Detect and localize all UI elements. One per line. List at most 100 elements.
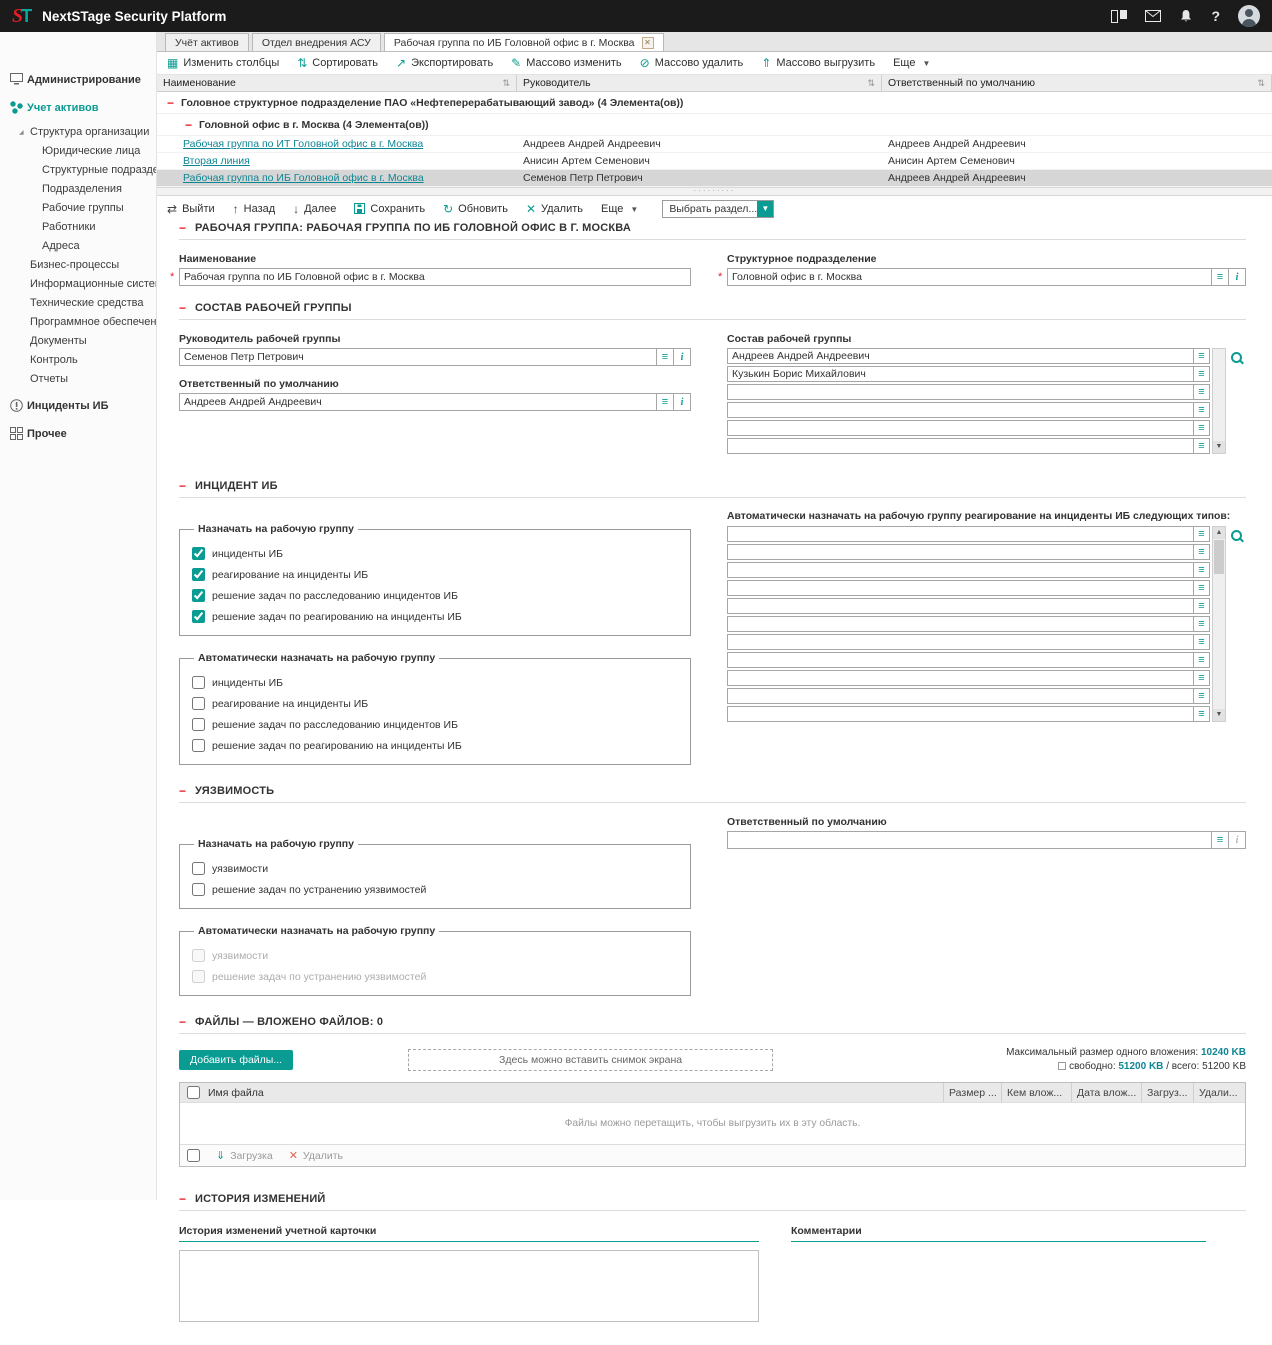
responsible-input[interactable] <box>179 393 657 411</box>
column-header-responsible[interactable]: Ответственный по умолчанию⇅ <box>882 75 1272 91</box>
type-row[interactable]: ≡ <box>727 706 1210 722</box>
expander-icon[interactable]: ◢ <box>19 129 24 136</box>
checkbox[interactable] <box>192 970 205 983</box>
menu-icon[interactable]: ≡ <box>1194 688 1210 704</box>
group-row-moscow-office[interactable]: −Головной офис в г. Москва (4 Элемента(о… <box>157 114 1272 136</box>
scrollbar[interactable]: ▲ ▼ <box>1212 526 1226 722</box>
sidebar-item-other[interactable]: Прочее <box>0 423 156 444</box>
help-icon[interactable]: ? <box>1211 8 1220 24</box>
table-row[interactable]: Рабочая группа по ИТ Головной офис в г. … <box>157 136 1272 153</box>
sidebar-item-reports[interactable]: Отчеты <box>0 369 156 388</box>
menu-icon[interactable]: ≡ <box>1194 384 1210 400</box>
export-button[interactable]: ↗Экспортировать <box>396 57 493 69</box>
type-row[interactable]: ≡ <box>727 670 1210 686</box>
menu-icon[interactable]: ≡ <box>1194 402 1210 418</box>
delete-files-button[interactable]: ✕Удалить <box>289 1149 343 1162</box>
collapse-icon[interactable]: − <box>179 1193 186 1205</box>
menu-icon[interactable]: ≡ <box>1194 670 1210 686</box>
sidebar-item-software[interactable]: Программное обеспечение <box>0 312 156 331</box>
sidebar-item-assets[interactable]: Учет активов <box>0 97 156 118</box>
column-delete[interactable]: Удали... <box>1193 1083 1245 1102</box>
tab-close-icon[interactable]: ✕ <box>642 37 654 49</box>
type-row[interactable]: ≡ <box>727 544 1210 560</box>
footer-checkbox[interactable] <box>187 1149 200 1162</box>
mass-delete-button[interactable]: ⊘Массово удалить <box>640 57 744 69</box>
member-row[interactable]: ≡ <box>727 348 1210 364</box>
member-row[interactable]: ≡ <box>727 366 1210 382</box>
scroll-down-icon[interactable]: ▼ <box>1213 709 1225 721</box>
checkbox-response[interactable]: реагирование на инциденты ИБ <box>192 568 678 581</box>
member-row[interactable]: ≡ <box>727 384 1210 400</box>
member-input[interactable] <box>727 438 1194 454</box>
type-input[interactable] <box>727 580 1194 596</box>
download-files-button[interactable]: ⇓Загрузка <box>216 1149 273 1162</box>
workgroup-link[interactable]: Вторая линия <box>183 155 250 167</box>
member-row[interactable]: ≡ <box>727 438 1210 454</box>
checkbox-auto-vulnerabilities[interactable]: уязвимости <box>192 949 678 962</box>
type-input[interactable] <box>727 652 1194 668</box>
scrollbar-thumb[interactable] <box>1214 540 1224 574</box>
member-row[interactable]: ≡ <box>727 420 1210 436</box>
column-upload-date[interactable]: Дата влож... <box>1071 1083 1141 1102</box>
menu-icon[interactable]: ≡ <box>657 348 674 366</box>
card-history-textarea[interactable] <box>179 1250 759 1322</box>
sidebar-item-technical-means[interactable]: Технические средства <box>0 293 156 312</box>
sidebar-item-business-processes[interactable]: Бизнес-процессы <box>0 255 156 274</box>
menu-icon[interactable]: ≡ <box>1194 366 1210 382</box>
checkbox[interactable] <box>192 697 205 710</box>
type-input[interactable] <box>727 544 1194 560</box>
menu-icon[interactable]: ≡ <box>1212 268 1229 286</box>
sidebar-item-incidents[interactable]: Инциденты ИБ <box>0 395 156 416</box>
column-file-name[interactable]: Имя файла <box>206 1087 943 1099</box>
table-row[interactable]: Вторая линия Анисин Артем Семенович Анис… <box>157 153 1272 170</box>
collapse-icon[interactable]: − <box>179 480 186 492</box>
sort-button[interactable]: ⇅Сортировать <box>297 57 378 69</box>
sidebar-item-legal-entities[interactable]: Юридические лица <box>0 141 156 160</box>
manager-input[interactable] <box>179 348 657 366</box>
sidebar-item-administration[interactable]: Администрирование <box>0 69 156 90</box>
menu-icon[interactable]: ≡ <box>1194 580 1210 596</box>
menu-icon[interactable]: ≡ <box>1194 616 1210 632</box>
delete-button[interactable]: ✕Удалить <box>526 203 583 215</box>
more-button[interactable]: Еще▼ <box>893 57 930 69</box>
workgroup-link[interactable]: Рабочая группа по ИБ Головной офис в г. … <box>183 172 424 184</box>
collapse-icon[interactable]: − <box>185 119 192 131</box>
type-row[interactable]: ≡ <box>727 652 1210 668</box>
column-uploaded-by[interactable]: Кем влож... <box>1001 1083 1071 1102</box>
menu-icon[interactable]: ≡ <box>657 393 674 411</box>
menu-icon[interactable]: ≡ <box>1194 420 1210 436</box>
sidebar-item-structural-units[interactable]: Структурные подразделения <box>0 160 156 179</box>
checkbox[interactable] <box>192 610 205 623</box>
mass-upload-button[interactable]: ⇑Массово выгрузить <box>761 57 875 69</box>
member-input[interactable] <box>727 366 1194 382</box>
scrollbar[interactable]: ▼ <box>1212 348 1226 454</box>
type-row[interactable]: ≡ <box>727 616 1210 632</box>
type-input[interactable] <box>727 688 1194 704</box>
menu-icon[interactable]: ≡ <box>1194 598 1210 614</box>
type-input[interactable] <box>727 526 1194 542</box>
menu-icon[interactable]: ≡ <box>1194 544 1210 560</box>
search-members-button[interactable] <box>1226 348 1246 454</box>
section-select[interactable]: Выбрать раздел... ▼ <box>662 200 774 218</box>
menu-icon[interactable]: ≡ <box>1194 562 1210 578</box>
checkbox-vuln-fix-tasks[interactable]: решение задач по устранению уязвимостей <box>192 883 678 896</box>
sort-toggle-icon[interactable]: ⇅ <box>1257 78 1265 89</box>
collapse-icon[interactable]: − <box>167 97 174 109</box>
checkbox[interactable] <box>192 589 205 602</box>
member-row[interactable]: ≡ <box>727 402 1210 418</box>
member-input[interactable] <box>727 348 1194 364</box>
tab-assets[interactable]: Учёт активов <box>165 33 249 51</box>
back-button[interactable]: ↑Назад <box>233 203 276 215</box>
checkbox-investigation-tasks[interactable]: решение задач по расследованию инциденто… <box>192 589 678 602</box>
info-icon[interactable]: i <box>1229 831 1246 849</box>
column-header-name[interactable]: Наименование⇅ <box>157 75 517 91</box>
splitter-handle[interactable]: ········· <box>157 187 1272 196</box>
search-types-button[interactable] <box>1226 526 1246 722</box>
sidebar-item-departments[interactable]: Подразделения <box>0 179 156 198</box>
member-input[interactable] <box>727 420 1194 436</box>
column-header-manager[interactable]: Руководитель⇅ <box>517 75 882 91</box>
sort-toggle-icon[interactable]: ⇅ <box>867 78 875 89</box>
tab-workgroup-ib[interactable]: Рабочая группа по ИБ Головной офис в г. … <box>384 33 664 51</box>
info-icon[interactable]: i <box>1229 268 1246 286</box>
sidebar-item-documents[interactable]: Документы <box>0 331 156 350</box>
